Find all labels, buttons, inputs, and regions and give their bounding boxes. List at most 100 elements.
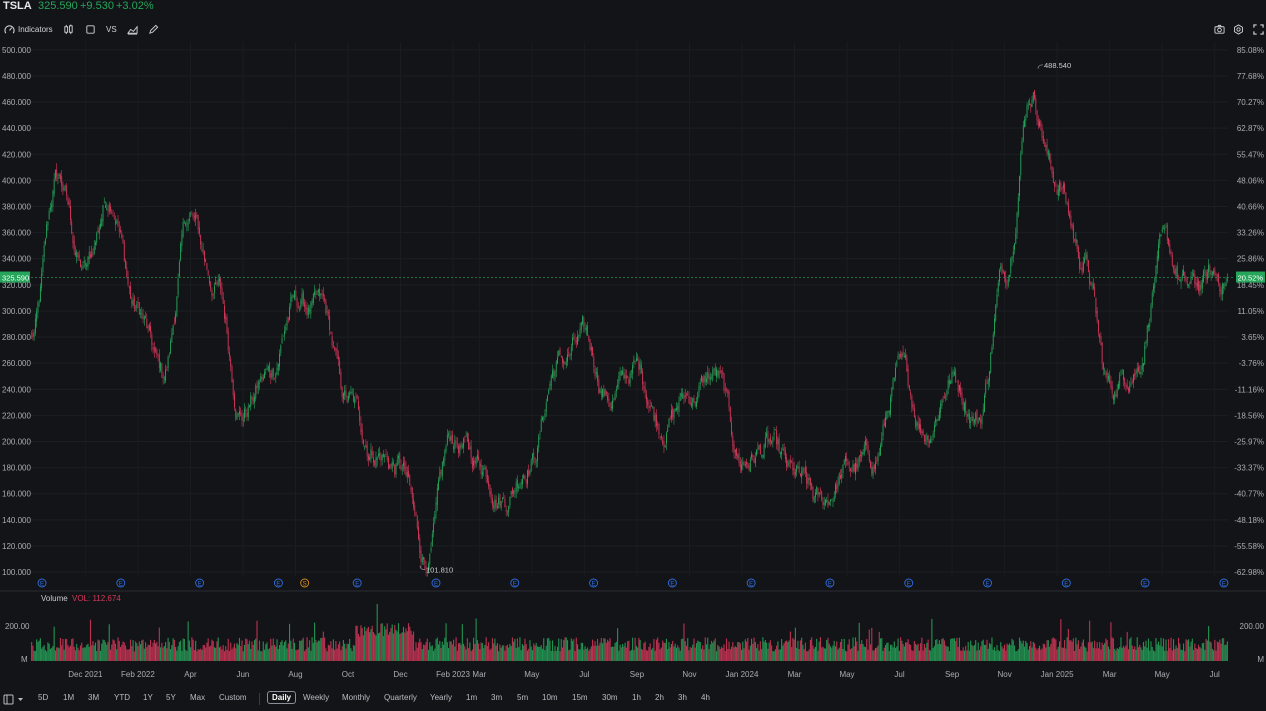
interval-button-4h[interactable]: 4h bbox=[701, 693, 710, 702]
volume-bar bbox=[275, 646, 277, 661]
range-button-custom[interactable]: Custom bbox=[219, 693, 247, 702]
compare-button[interactable]: VS bbox=[106, 20, 117, 38]
volume-bar bbox=[459, 642, 461, 661]
volume-bar bbox=[912, 650, 914, 661]
volume-bar bbox=[414, 650, 416, 661]
interval-button-1h[interactable]: 1h bbox=[632, 693, 641, 702]
volume-bar bbox=[421, 649, 423, 661]
candle-body bbox=[645, 394, 647, 402]
interval-button-2h[interactable]: 2h bbox=[655, 693, 664, 702]
interval-button-1m[interactable]: 1m bbox=[466, 693, 477, 702]
candle-body bbox=[316, 294, 318, 295]
interval-button-10m[interactable]: 10m bbox=[542, 693, 558, 702]
interval-button-weekly[interactable]: Weekly bbox=[303, 693, 329, 702]
volume-bar bbox=[1035, 647, 1037, 661]
screenshot-button[interactable] bbox=[1214, 20, 1225, 38]
volume-bar bbox=[360, 625, 362, 661]
volume-bar bbox=[183, 639, 185, 661]
candle-body bbox=[314, 291, 316, 295]
volume-bar bbox=[604, 638, 606, 661]
settings-button[interactable] bbox=[1233, 20, 1244, 38]
candle-body bbox=[201, 246, 203, 247]
volume-bar bbox=[833, 640, 835, 661]
fullscreen-button[interactable] bbox=[1253, 20, 1264, 38]
range-button-ytd[interactable]: YTD bbox=[114, 693, 130, 702]
volume-bar bbox=[101, 643, 103, 661]
range-button-1y[interactable]: 1Y bbox=[143, 693, 153, 702]
interval-button-3h[interactable]: 3h bbox=[678, 693, 687, 702]
volume-bar bbox=[1092, 647, 1094, 661]
interval-button-3m[interactable]: 3m bbox=[491, 693, 502, 702]
volume-bar bbox=[273, 644, 276, 661]
volume-bar bbox=[63, 649, 65, 661]
candle-body bbox=[433, 523, 434, 533]
candle-body bbox=[957, 380, 959, 392]
candle-body bbox=[86, 264, 88, 268]
volume-bar bbox=[859, 643, 862, 661]
volume-bar bbox=[156, 641, 158, 661]
candle-body bbox=[823, 502, 825, 506]
range-button-1m[interactable]: 1M bbox=[63, 693, 74, 702]
candle-body bbox=[713, 368, 715, 371]
chart-type-button[interactable] bbox=[63, 20, 74, 38]
fundamentals-button[interactable] bbox=[127, 20, 138, 38]
interval-button-15m[interactable]: 15m bbox=[572, 693, 588, 702]
volume-bar bbox=[650, 649, 652, 661]
candle-body bbox=[408, 470, 409, 477]
volume-bar bbox=[742, 641, 744, 661]
volume-bar bbox=[1095, 648, 1097, 661]
volume-bar bbox=[881, 638, 883, 661]
interval-button-monthly[interactable]: Monthly bbox=[342, 693, 370, 702]
interval-button-quarterly[interactable]: Quarterly bbox=[384, 693, 417, 702]
candle-body bbox=[1211, 271, 1213, 276]
candle-body bbox=[373, 457, 374, 463]
candle-body bbox=[892, 378, 894, 389]
volume-bar bbox=[642, 649, 644, 661]
volume-bar bbox=[103, 640, 105, 661]
candle-body bbox=[52, 191, 54, 207]
volume-bar bbox=[581, 642, 584, 661]
candle-body bbox=[125, 260, 126, 269]
range-button-max[interactable]: Max bbox=[190, 693, 205, 702]
volume-bar bbox=[729, 649, 731, 661]
interval-button-30m[interactable]: 30m bbox=[602, 693, 618, 702]
candle-body bbox=[845, 455, 846, 462]
candle-body bbox=[1130, 383, 1132, 385]
volume-bar bbox=[461, 624, 463, 661]
range-button-3m[interactable]: 3M bbox=[88, 693, 99, 702]
volume-bar bbox=[148, 645, 150, 661]
candle-body bbox=[961, 392, 963, 401]
range-button-5d[interactable]: 5D bbox=[38, 693, 48, 702]
candle-body bbox=[560, 355, 562, 357]
volume-bar bbox=[523, 645, 525, 661]
volume-bar bbox=[129, 639, 132, 661]
volume-bar bbox=[570, 638, 572, 661]
candle-body bbox=[33, 332, 35, 337]
volume-bar bbox=[238, 637, 241, 661]
candle-body bbox=[928, 441, 930, 444]
candle-body bbox=[501, 497, 503, 499]
volume-bar bbox=[134, 641, 137, 661]
candle-body bbox=[195, 214, 197, 220]
volume-bar bbox=[94, 642, 97, 661]
sidebar-toggle-button[interactable] bbox=[3, 693, 25, 705]
candle-body bbox=[814, 492, 816, 498]
volume-bar bbox=[1060, 619, 1062, 661]
draw-button[interactable] bbox=[148, 20, 159, 38]
candle-body bbox=[383, 453, 384, 458]
volume-bar bbox=[1129, 639, 1131, 661]
volume-bar bbox=[1077, 640, 1079, 661]
price-chart[interactable]: 500.000 85.08%480.000 77.68%460.000 70.27%4… bbox=[0, 40, 1266, 688]
candle-body bbox=[600, 390, 602, 395]
volume-bar bbox=[31, 641, 33, 661]
layout-button[interactable] bbox=[85, 20, 96, 38]
range-button-5y[interactable]: 5Y bbox=[166, 693, 176, 702]
volume-bar bbox=[1064, 640, 1066, 661]
interval-button-yearly[interactable]: Yearly bbox=[430, 693, 452, 702]
indicators-button[interactable]: Indicators bbox=[4, 20, 53, 38]
volume-bar bbox=[1182, 643, 1185, 661]
y-tick-label: 380.000 bbox=[2, 203, 31, 212]
interval-button-5m[interactable]: 5m bbox=[517, 693, 528, 702]
interval-button-daily[interactable]: Daily bbox=[267, 691, 297, 704]
candle-body bbox=[161, 363, 163, 374]
